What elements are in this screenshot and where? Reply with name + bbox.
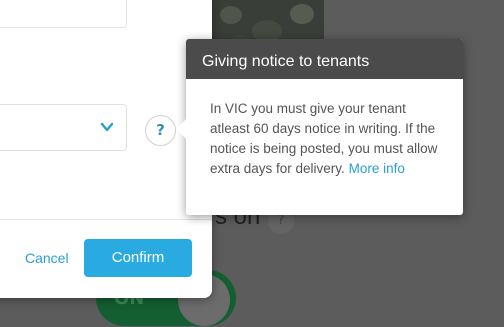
tooltip-body: In VIC you must give your tenant atleast… [210,99,440,179]
notice-tooltip: Giving notice to tenants In VIC you must… [176,39,463,215]
help-question-button[interactable]: ? [145,115,176,146]
cancel-button[interactable]: Cancel [25,250,69,266]
more-info-link[interactable]: More info [349,161,405,176]
notice-select[interactable] [0,104,127,151]
modal-dialog: ? Cancel Confirm [0,0,212,298]
confirm-button[interactable]: Confirm [84,239,192,277]
top-input-field[interactable] [0,0,127,28]
modal-divider [0,219,212,220]
tooltip-title: Giving notice to tenants [186,39,463,79]
chevron-down-icon [100,122,114,132]
